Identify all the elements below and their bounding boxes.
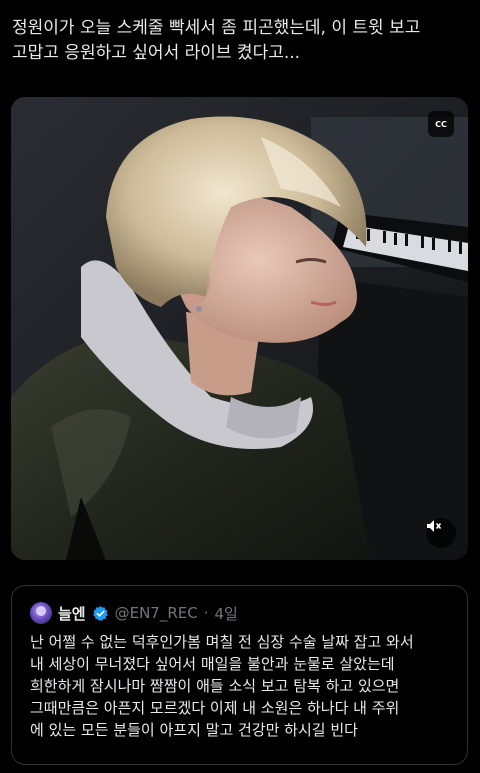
- quoted-tweet-header: 늘엔 @EN7_REC · 4일: [30, 601, 238, 625]
- closed-captions-icon: CC: [435, 119, 447, 129]
- mute-button[interactable]: [426, 518, 456, 548]
- video-frame: [11, 97, 468, 560]
- closed-captions-button[interactable]: CC: [428, 111, 454, 137]
- muted-speaker-icon: [427, 520, 442, 532]
- verified-badge-icon: [92, 605, 108, 621]
- separator-dot: ·: [203, 604, 209, 622]
- quoted-timestamp[interactable]: 4일: [215, 603, 238, 624]
- quoted-tweet[interactable]: 늘엔 @EN7_REC · 4일 난 어쩔 수 없는 덕후인가봄 며칠 전 심장…: [11, 585, 468, 765]
- quoted-handle: @EN7_REC: [114, 604, 198, 622]
- quoted-tweet-text: 난 어쩔 수 없는 덕후인가봄 며칠 전 심장 수술 날짜 잡고 와서 내 세상…: [30, 633, 414, 739]
- quoted-display-name: 늘엔: [58, 604, 86, 623]
- video-player[interactable]: CC: [11, 97, 468, 560]
- tweet-text: 정원이가 오늘 스케줄 빡세서 좀 피곤했는데, 이 트윗 보고 고맙고 응원하…: [12, 18, 421, 63]
- avatar[interactable]: [30, 602, 52, 624]
